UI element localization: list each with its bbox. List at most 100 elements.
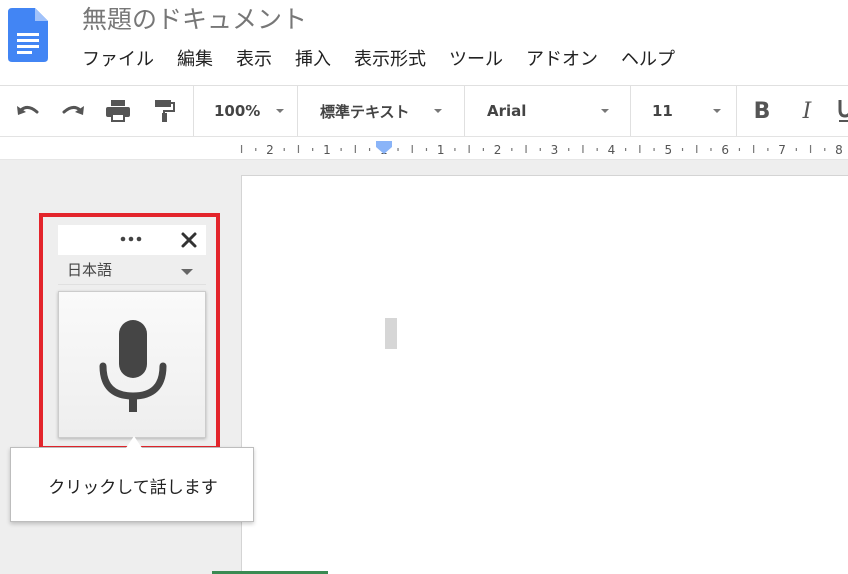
menu-view[interactable]: 表示	[236, 46, 272, 74]
text-cursor	[385, 318, 397, 349]
ruler-tick	[397, 148, 399, 151]
language-select[interactable]: 日本語	[58, 256, 206, 285]
language-value: 日本語	[67, 261, 113, 279]
ruler-tick	[297, 145, 300, 153]
ruler-tick	[539, 148, 541, 151]
ruler-tick	[568, 148, 570, 151]
close-icon[interactable]	[180, 231, 198, 249]
ruler-label: 2	[266, 143, 274, 157]
ruler-tick	[240, 145, 243, 153]
ruler-tick	[795, 148, 797, 151]
chevron-down-icon	[713, 109, 721, 113]
ruler-label: 3	[551, 143, 559, 157]
toolbar-divider	[297, 86, 298, 136]
menu-file[interactable]: ファイル	[82, 46, 154, 74]
underline-icon	[838, 100, 848, 122]
ruler-tick	[312, 148, 314, 151]
paint-format-button[interactable]	[148, 86, 180, 136]
document-title[interactable]: 無題のドキュメント	[82, 4, 307, 36]
ruler: 21112345678	[0, 138, 848, 160]
app-header: 無題のドキュメント ファイル 編集 表示 挿入 表示形式 ツール アドオン ヘル…	[0, 0, 848, 84]
italic-label: I	[802, 98, 812, 124]
ruler-tick	[809, 145, 812, 153]
font-select[interactable]: Arial	[467, 86, 629, 136]
more-icon[interactable]	[118, 231, 144, 247]
ruler-tick	[710, 148, 712, 151]
underline-button[interactable]	[838, 97, 848, 125]
ruler-tick	[696, 145, 698, 153]
ruler-tick	[340, 148, 342, 151]
ruler-tick	[482, 148, 484, 151]
ruler-tick	[425, 148, 428, 151]
chevron-down-icon	[276, 109, 284, 113]
tooltip-text: クリックして話します	[48, 478, 218, 498]
ruler-tick	[368, 148, 371, 151]
ruler-label: 2	[494, 143, 502, 157]
ruler-tick	[653, 148, 655, 151]
ruler-tick	[639, 145, 641, 153]
ruler-tick	[283, 148, 285, 151]
ruler-tick	[411, 145, 413, 153]
toolbar: 100% 標準テキスト Arial 11 B I	[0, 85, 848, 137]
menu-edit[interactable]: 編集	[177, 46, 213, 74]
redo-icon	[62, 105, 84, 115]
ruler-tick	[354, 145, 356, 153]
ruler-tick	[824, 148, 826, 151]
font-value: Arial	[487, 102, 527, 120]
toolbar-divider	[736, 86, 737, 136]
italic-button[interactable]: I	[791, 86, 823, 136]
ruler-label: 5	[664, 143, 672, 157]
tooltip-arrow	[126, 436, 142, 448]
ruler-label: 4	[608, 143, 616, 157]
docs-logo-icon[interactable]	[8, 8, 48, 62]
tooltip: クリックして話します	[10, 447, 254, 522]
menu-help[interactable]: ヘルプ	[621, 46, 675, 74]
ruler-tick	[454, 148, 456, 151]
chevron-down-icon	[601, 109, 609, 113]
font-size-select[interactable]: 11	[633, 86, 733, 136]
menu-insert[interactable]: 挿入	[295, 46, 331, 74]
ruler-label: 6	[721, 143, 729, 157]
menu-addons[interactable]: アドオン	[526, 46, 598, 74]
ruler-label: 1	[323, 143, 331, 157]
style-select[interactable]: 標準テキスト	[300, 86, 463, 136]
ruler-tick	[767, 148, 769, 151]
redo-button[interactable]	[57, 86, 89, 136]
menu-tools[interactable]: ツール	[449, 46, 503, 74]
print-button[interactable]	[102, 86, 134, 136]
document-page[interactable]	[241, 175, 848, 574]
microphone-button[interactable]	[58, 291, 206, 438]
ruler-tick	[255, 148, 257, 151]
print-icon	[106, 100, 130, 122]
ruler-tick	[511, 148, 513, 151]
indent-marker-icon[interactable]	[376, 141, 392, 154]
voice-typing-widget: 日本語	[58, 225, 206, 438]
menu-bar: ファイル 編集 表示 挿入 表示形式 ツール アドオン ヘルプ	[82, 46, 698, 74]
zoom-select[interactable]: 100%	[196, 86, 296, 136]
ruler-tick	[525, 145, 527, 153]
ruler-scale: 21112345678	[240, 141, 843, 157]
ruler-tick	[738, 148, 741, 151]
ruler-tick	[596, 148, 598, 151]
toolbar-divider	[630, 86, 631, 136]
chevron-down-icon	[181, 269, 193, 275]
undo-button[interactable]	[12, 86, 44, 136]
ruler-tick	[625, 148, 627, 151]
paint-format-icon	[155, 100, 175, 122]
chevron-down-icon	[434, 109, 442, 113]
font-size-value: 11	[652, 102, 673, 120]
zoom-value: 100%	[214, 102, 261, 120]
ruler-label: 8	[835, 143, 843, 157]
menu-format[interactable]: 表示形式	[354, 46, 426, 74]
voice-typing-header[interactable]	[58, 225, 206, 255]
toolbar-divider	[193, 86, 194, 136]
ruler-tick	[468, 145, 470, 153]
undo-icon	[17, 105, 39, 115]
bold-label: B	[753, 98, 771, 124]
microphone-icon	[99, 320, 167, 412]
style-value: 標準テキスト	[320, 102, 410, 121]
ruler-tick	[582, 145, 584, 153]
ruler-label: 7	[778, 143, 786, 157]
bold-button[interactable]: B	[746, 86, 778, 136]
ruler-label: 1	[437, 143, 445, 157]
